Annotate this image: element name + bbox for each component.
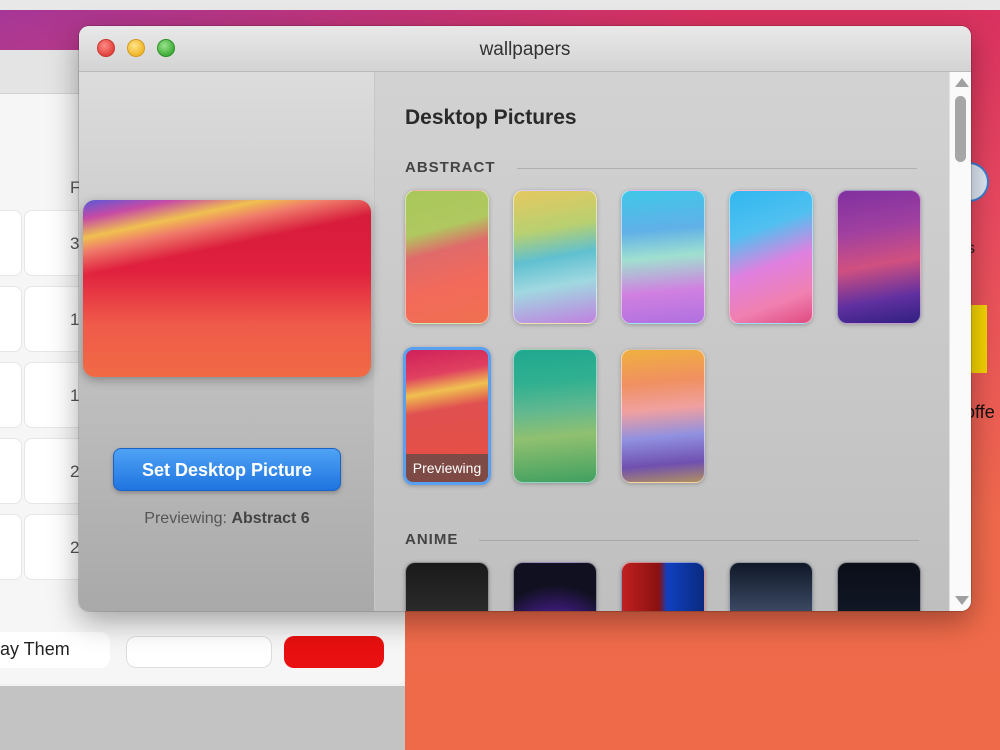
section-label-anime: ANIME: [405, 531, 459, 548]
set-desktop-picture-button[interactable]: Set Desktop Picture: [113, 448, 341, 491]
previewing-prefix: Previewing:: [144, 510, 227, 527]
wallpaper-thumbnail[interactable]: [405, 562, 489, 611]
calendar-cell[interactable]: [0, 514, 22, 580]
background-app-button[interactable]: [126, 636, 272, 668]
previewing-status: Previewing: Abstract 6: [79, 510, 375, 528]
wallpaper-thumbnail[interactable]: [513, 562, 597, 611]
wallpaper-thumbnail[interactable]: [837, 562, 921, 611]
section-divider: [517, 168, 917, 169]
title-bar[interactable]: wallpapers: [79, 26, 971, 72]
wallpaper-thumbnail[interactable]: [621, 562, 705, 611]
gallery-heading: Desktop Pictures: [405, 106, 577, 129]
wallpaper-thumbnail[interactable]: [729, 190, 813, 324]
calendar-cell[interactable]: [0, 210, 22, 276]
wallpaper-thumbnail[interactable]: [621, 190, 705, 324]
section-divider: [479, 540, 919, 541]
wallpaper-preview-image: [83, 200, 371, 377]
wallpapers-window: wallpapers Set Desktop Picture Previewin…: [79, 26, 971, 611]
calendar-cell[interactable]: [0, 286, 22, 352]
background-app-red-button[interactable]: [284, 636, 384, 668]
display-theme-button[interactable]: lay Them: [0, 632, 110, 668]
calendar-cell[interactable]: [0, 362, 22, 428]
previewing-badge: Previewing: [406, 454, 488, 482]
previewing-name: Abstract 6: [231, 510, 310, 527]
section-label-abstract: ABSTRACT: [405, 159, 496, 176]
menu-bar-strip: [0, 0, 1000, 10]
preview-pane: Set Desktop Picture Previewing: Abstract…: [79, 72, 375, 611]
gallery-scrollbar[interactable]: [949, 72, 971, 611]
window-title: wallpapers: [479, 39, 571, 60]
calendar-cell[interactable]: [0, 438, 22, 504]
scroll-thumb[interactable]: [955, 96, 966, 162]
background-app-lower-area: [0, 686, 405, 750]
wallpaper-gallery: Desktop Pictures ABSTRACT Previewing ANI…: [375, 72, 949, 611]
app-badge-icon: [969, 162, 989, 202]
wallpaper-thumbnail[interactable]: [513, 349, 597, 483]
wallpaper-thumbnail[interactable]: [837, 190, 921, 324]
scroll-down-arrow[interactable]: [955, 596, 969, 605]
wallpaper-thumbnail[interactable]: [405, 190, 489, 324]
scroll-up-arrow[interactable]: [955, 78, 969, 87]
wallpaper-thumbnail[interactable]: [513, 190, 597, 324]
wallpaper-thumbnail[interactable]: [729, 562, 813, 611]
wallpaper-thumbnail-selected[interactable]: Previewing: [403, 347, 491, 485]
right-app-yellow-banner: [969, 305, 987, 373]
wallpaper-thumbnail[interactable]: [621, 349, 705, 483]
